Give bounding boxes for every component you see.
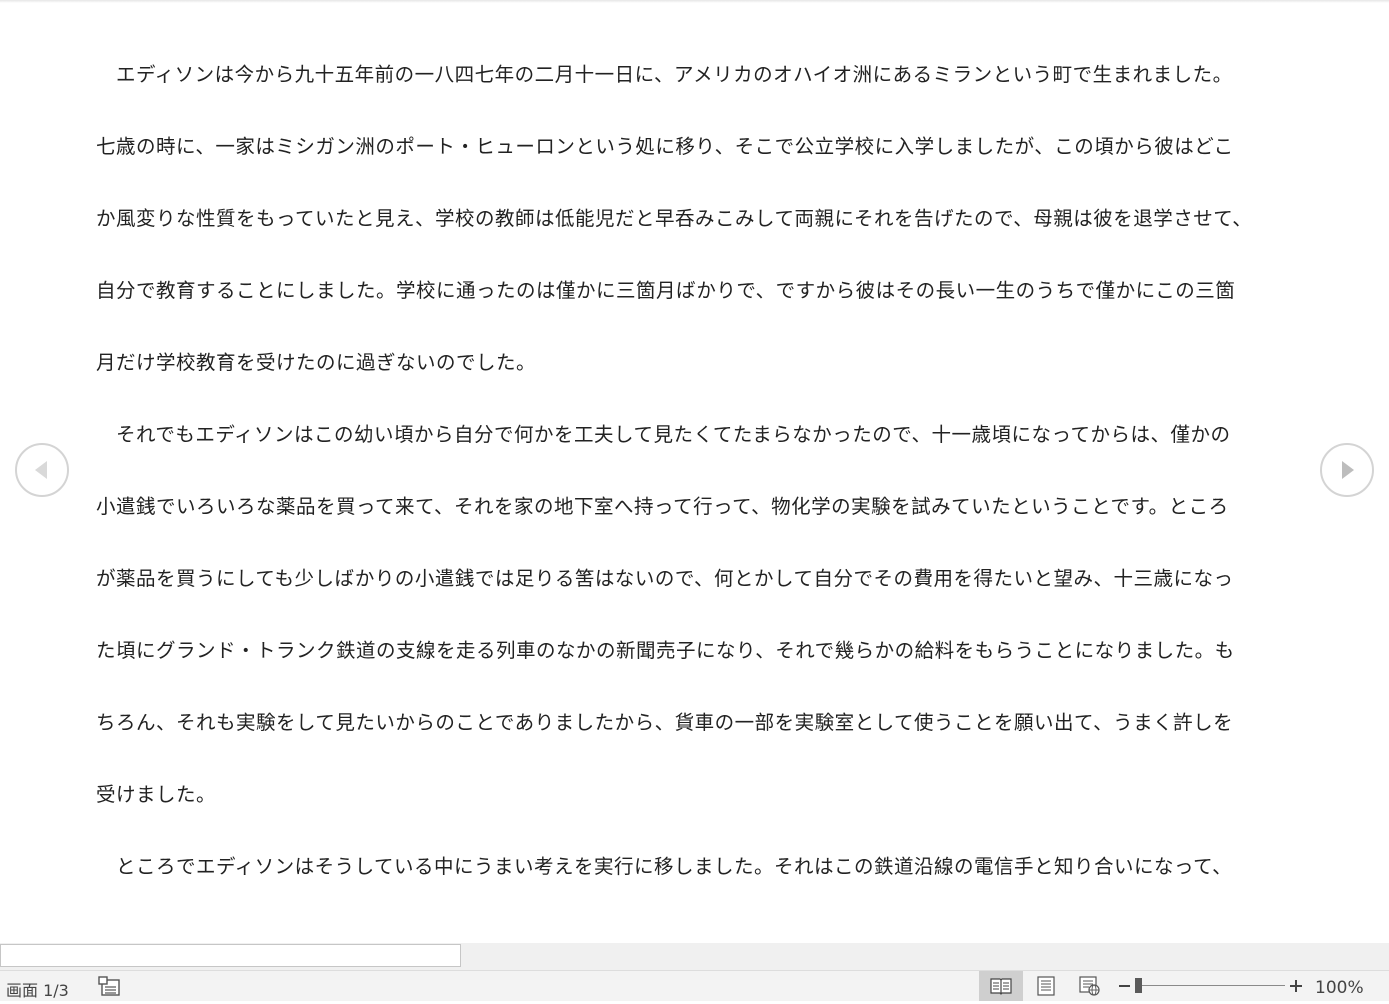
text-line: 小遣銭でいろいろな薬品を買って来て、それを家の地下室へ持って行って、物化学の実験… [96, 495, 1229, 518]
document-list-icon[interactable] [98, 976, 122, 998]
text-line: ところでエディソンはそうしている中にうまい考えを実行に移しました。それはこの鉄道… [96, 855, 1233, 878]
scrollbar-thumb[interactable] [0, 944, 461, 967]
print-layout-icon [1037, 976, 1055, 996]
text-line: 自分で教育することにしました。学校に通ったのは僅かに三箇月ばかりで、ですから彼は… [96, 279, 1236, 302]
document-body: エディソンは今から九十五年前の一八四七年の二月十一日に、アメリカのオハイオ洲にあ… [96, 39, 1296, 903]
reading-page: エディソンは今から九十五年前の一八四七年の二月十一日に、アメリカのオハイオ洲にあ… [0, 0, 1389, 943]
text-line: 月だけ学校教育を受けたのに過ぎないのでした。 [96, 351, 537, 374]
zoom-slider-track[interactable] [1137, 985, 1285, 986]
text-line: か風変りな性質をもっていたと見え、学校の教師は低能児だと早呑みこみして両親にそれ… [96, 207, 1253, 230]
text-line: 受けました。 [96, 783, 217, 806]
text-line: ちろん、それも実験をして見たいからのことでありましたから、貨車の一部を実験室とし… [96, 711, 1234, 734]
print-layout-button[interactable] [1024, 971, 1068, 1001]
next-screen-button[interactable] [1320, 443, 1374, 497]
text-line: 七歳の時に、一家はミシガン洲のポート・ヒューロンという処に移り、そこで公立学校に… [96, 135, 1234, 158]
plus-icon [1290, 980, 1302, 992]
horizontal-scrollbar[interactable] [0, 943, 1389, 970]
zoom-out-button[interactable] [1117, 972, 1133, 1000]
text-line: が薬品を買うにしても少しばかりの小遣銭では足りる筈はないので、何とかして自分でそ… [96, 567, 1234, 590]
minus-icon [1119, 985, 1130, 987]
status-bar: 画面 1/3 100% [0, 970, 1389, 1001]
zoom-level[interactable]: 100% [1315, 978, 1364, 998]
triangle-right-icon [1342, 461, 1354, 479]
triangle-left-icon [35, 461, 47, 479]
previous-screen-button[interactable] [15, 443, 69, 497]
page-indicator[interactable]: 画面 1/3 [6, 977, 69, 1001]
read-mode-icon [990, 978, 1012, 995]
zoom-slider-thumb[interactable] [1135, 978, 1142, 993]
text-line: エディソンは今から九十五年前の一八四七年の二月十一日に、アメリカのオハイオ洲にあ… [96, 63, 1233, 86]
web-layout-icon [1079, 976, 1100, 996]
zoom-in-button[interactable] [1288, 972, 1304, 1000]
web-layout-button[interactable] [1068, 971, 1112, 1001]
text-line: た頃にグランド・トランク鉄道の支線を走る列車のなかの新聞売子になり、それで幾らか… [96, 639, 1235, 662]
read-mode-button[interactable] [979, 971, 1023, 1001]
text-line: それでもエディソンはこの幼い頃から自分で何かを工夫して見たくてたまらなかったので… [96, 423, 1231, 446]
